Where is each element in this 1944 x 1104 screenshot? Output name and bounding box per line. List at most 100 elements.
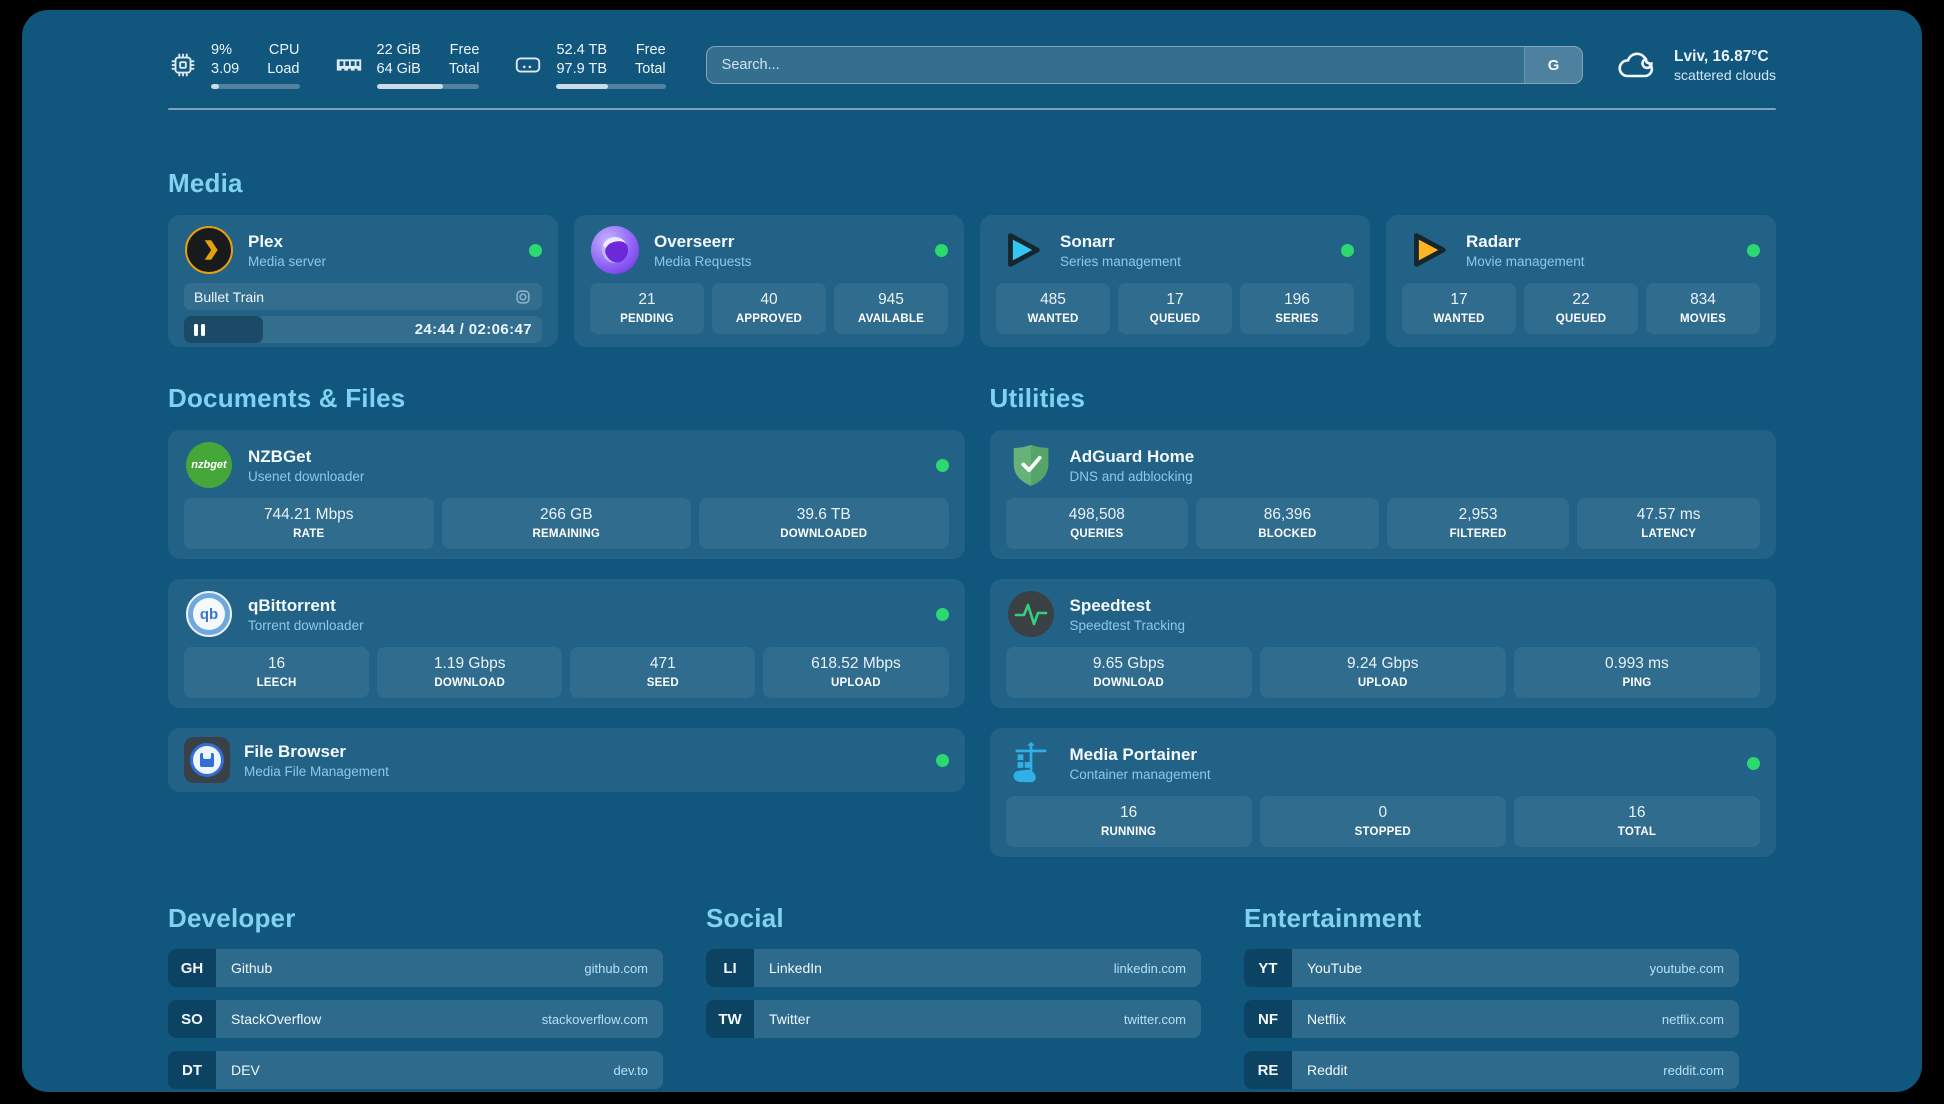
link-reddit[interactable]: RE Reddit reddit.com [1244, 1051, 1739, 1089]
documents-section-title: Documents & Files [168, 383, 965, 414]
portainer-subtitle: Container management [1070, 767, 1211, 782]
radarr-status-dot [1747, 244, 1760, 257]
plex-playback-time: 24:44 / 02:06:47 [415, 321, 532, 338]
github-badge: GH [168, 949, 216, 987]
sonarr-title: Sonarr [1060, 232, 1181, 252]
filebrowser-status-dot [936, 754, 949, 767]
card-portainer[interactable]: Media Portainer Container management 16 … [990, 728, 1777, 857]
cpu-load-value: 3.09 [211, 60, 239, 79]
card-overseerr[interactable]: Overseerr Media Requests 21 PENDING 40 A… [574, 215, 964, 347]
card-sonarr[interactable]: Sonarr Series management 485 WANTED 17 Q… [980, 215, 1370, 347]
twitter-badge: TW [706, 1000, 754, 1038]
overseerr-subtitle: Media Requests [654, 254, 752, 269]
memory-progress-bar [377, 84, 480, 89]
section-media: Media Plex Media server Bullet [168, 168, 1776, 347]
card-qbittorrent[interactable]: qb qBittorrent Torrent downloader 16 LEE… [168, 579, 965, 708]
sonarr-icon [996, 225, 1046, 275]
pause-icon[interactable] [194, 324, 205, 336]
card-adguard[interactable]: AdGuard Home DNS and adblocking 498,508 … [990, 430, 1777, 559]
media-section-title: Media [168, 168, 1776, 199]
developer-section-title: Developer [168, 903, 663, 934]
nzbget-icon: nzbget [184, 440, 234, 490]
link-youtube[interactable]: YT YouTube youtube.com [1244, 949, 1739, 987]
sonarr-stat-series: 196 SERIES [1240, 283, 1354, 334]
nzbget-stat-remaining: 266 GB REMAINING [442, 498, 692, 549]
sonarr-subtitle: Series management [1060, 254, 1181, 269]
card-radarr[interactable]: Radarr Movie management 17 WANTED 22 QUE… [1386, 215, 1776, 347]
entertainment-section-title: Entertainment [1244, 903, 1739, 934]
adguard-icon [1006, 440, 1056, 490]
reddit-badge: RE [1244, 1051, 1292, 1089]
card-nzbget[interactable]: nzbget NZBGet Usenet downloader 744.21 M… [168, 430, 965, 559]
link-dev[interactable]: DT DEV dev.to [168, 1051, 663, 1089]
qbittorrent-subtitle: Torrent downloader [248, 618, 364, 633]
memory-free-value: 22 GiB [377, 41, 421, 60]
speedtest-stat-upload: 9.24 Gbps UPLOAD [1260, 647, 1506, 698]
memory-free-label: Free [450, 41, 480, 60]
radarr-subtitle: Movie management [1466, 254, 1585, 269]
card-speedtest[interactable]: Speedtest Speedtest Tracking 9.65 Gbps D… [990, 579, 1777, 708]
adguard-stat-queries: 498,508 QUERIES [1006, 498, 1189, 549]
link-linkedin[interactable]: LI LinkedIn linkedin.com [706, 949, 1201, 987]
portainer-stat-stopped: 0 STOPPED [1260, 796, 1506, 847]
cpu-widget: 9% 3.09 CPU Load [168, 41, 300, 89]
disk-widget: 52.4 TB 97.9 TB Free Total [513, 41, 665, 89]
memory-total-value: 64 GiB [377, 60, 421, 79]
radarr-stat-movies: 834 MOVIES [1646, 283, 1760, 334]
adguard-subtitle: DNS and adblocking [1070, 469, 1195, 484]
card-plex[interactable]: Plex Media server Bullet Train [168, 215, 558, 347]
plex-now-playing: Bullet Train [184, 283, 542, 310]
link-github[interactable]: GH Github github.com [168, 949, 663, 987]
dashboard-panel: 9% 3.09 CPU Load [22, 10, 1922, 1092]
youtube-badge: YT [1244, 949, 1292, 987]
search-engine-button[interactable]: G [1524, 47, 1582, 83]
stackoverflow-badge: SO [168, 1000, 216, 1038]
speedtest-icon [1006, 589, 1056, 639]
plex-now-playing-title: Bullet Train [194, 289, 264, 305]
filebrowser-title: File Browser [244, 742, 389, 762]
weather-widget: Lviv, 16.87°C scattered clouds [1615, 46, 1776, 84]
portainer-status-dot [1747, 757, 1760, 770]
search-input[interactable] [707, 47, 1524, 83]
nzbget-stat-downloaded: 39.6 TB DOWNLOADED [699, 498, 949, 549]
disk-icon [513, 50, 543, 80]
qbittorrent-stat-seed: 471 SEED [570, 647, 755, 698]
disk-free-label: Free [636, 41, 666, 60]
linkedin-badge: LI [706, 949, 754, 987]
plex-progress-row: 24:44 / 02:06:47 [184, 316, 542, 343]
qbittorrent-stat-download: 1.19 Gbps DOWNLOAD [377, 647, 562, 698]
cpu-load-label: Load [267, 60, 299, 79]
overseerr-title: Overseerr [654, 232, 752, 252]
disk-free-value: 52.4 TB [556, 41, 607, 60]
utilities-section-title: Utilities [990, 383, 1777, 414]
link-netflix[interactable]: NF Netflix netflix.com [1244, 1000, 1739, 1038]
cloud-icon [1615, 46, 1661, 84]
portainer-stat-total: 16 TOTAL [1514, 796, 1760, 847]
link-twitter[interactable]: TW Twitter twitter.com [706, 1000, 1201, 1038]
qbittorrent-title: qBittorrent [248, 596, 364, 616]
disk-total-value: 97.9 TB [556, 60, 607, 79]
netflix-badge: NF [1244, 1000, 1292, 1038]
sonarr-stat-wanted: 485 WANTED [996, 283, 1110, 334]
weather-condition: scattered clouds [1674, 67, 1776, 83]
memory-icon [334, 50, 364, 80]
qbittorrent-stat-upload: 618.52 Mbps UPLOAD [763, 647, 948, 698]
plex-status-dot [529, 244, 542, 257]
session-settings-icon[interactable] [514, 288, 532, 306]
qbittorrent-stat-leech: 16 LEECH [184, 647, 369, 698]
nzbget-status-dot [936, 459, 949, 472]
speedtest-title: Speedtest [1070, 596, 1186, 616]
plex-icon [184, 225, 234, 275]
adguard-title: AdGuard Home [1070, 447, 1195, 467]
plex-subtitle: Media server [248, 254, 326, 269]
topbar-divider [168, 108, 1776, 110]
section-developer: Developer GH Github github.com SO StackO… [168, 903, 663, 1102]
cpu-label: CPU [269, 41, 300, 60]
speedtest-subtitle: Speedtest Tracking [1070, 618, 1186, 633]
top-bar: 9% 3.09 CPU Load [168, 36, 1776, 94]
disk-total-label: Total [635, 60, 666, 79]
card-filebrowser[interactable]: File Browser Media File Management [168, 728, 965, 792]
overseerr-stat-approved: 40 APPROVED [712, 283, 826, 334]
link-stackoverflow[interactable]: SO StackOverflow stackoverflow.com [168, 1000, 663, 1038]
speedtest-stat-download: 9.65 Gbps DOWNLOAD [1006, 647, 1252, 698]
